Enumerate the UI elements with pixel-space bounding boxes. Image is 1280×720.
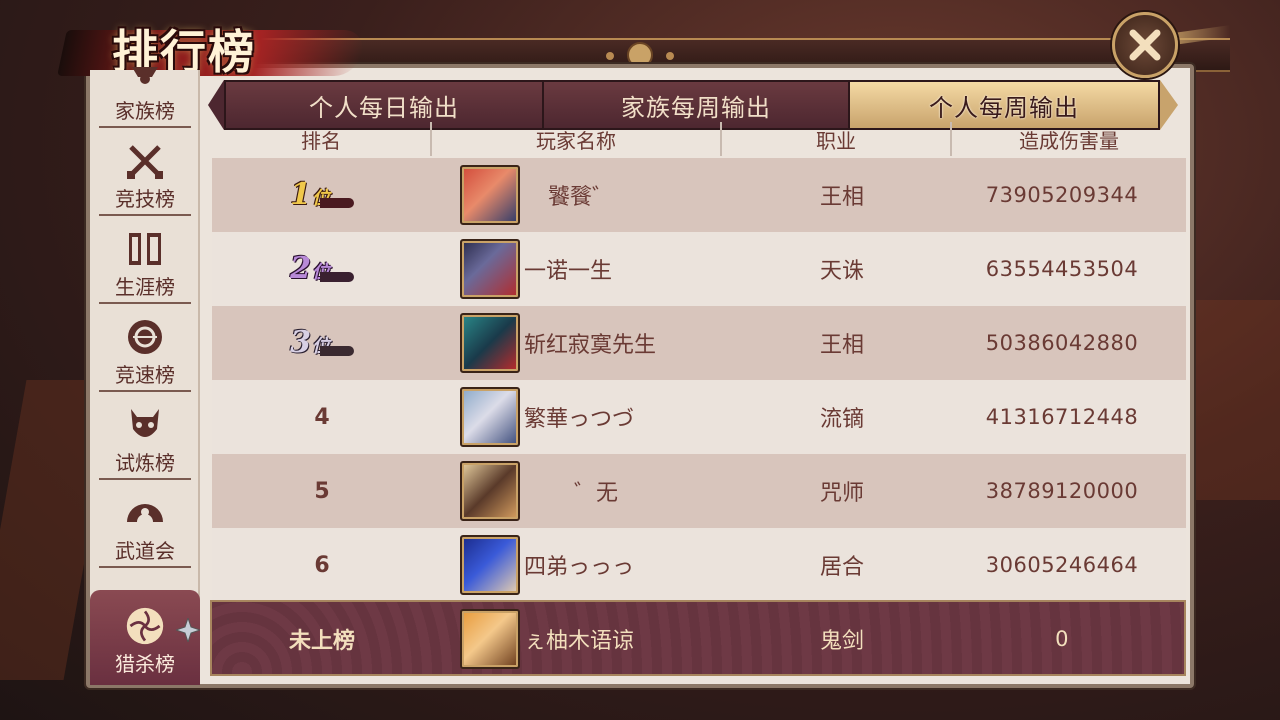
rank-badge: 2 位: [290, 254, 354, 284]
rank-badge: 1 位: [290, 180, 354, 210]
sidebar-item-label: 家族榜: [99, 95, 191, 128]
player-class: 王相: [819, 333, 864, 358]
rank-number: 1: [290, 177, 311, 212]
rank-ribbon: [319, 346, 354, 356]
rank-cell: 2 位: [212, 232, 432, 306]
avatar[interactable]: [460, 461, 520, 521]
rank-ribbon: [319, 272, 354, 282]
avatar-cell: [460, 454, 520, 528]
family-icon: [125, 56, 165, 93]
sidebar-item-tournament[interactable]: 武道会: [90, 484, 200, 572]
rank-number: 2: [290, 251, 311, 286]
sidebar-item-career[interactable]: 生涯榜: [90, 220, 200, 308]
player-name: 四弟っっっ: [524, 555, 635, 580]
sidebar: 家族榜 竞技榜 生涯榜 竞速榜 试炼榜 武道会 猎杀榜: [90, 66, 200, 685]
player-class: 咒师: [819, 481, 864, 506]
sidebar-item-label: 生涯榜: [99, 271, 191, 304]
damage-value: 30605246464: [985, 553, 1139, 577]
avatar-cell: [460, 602, 520, 676]
demon-mask-icon: [125, 405, 165, 445]
frame-dot: [606, 52, 614, 60]
sidebar-item-label: 竞技榜: [99, 183, 191, 216]
avatar-cell: [460, 232, 520, 306]
player-name: ゛无: [574, 481, 619, 506]
sidebar-item-label: 试炼榜: [99, 447, 191, 480]
player-class: 流镝: [819, 407, 864, 432]
table-row[interactable]: 1 位 饕餮゛ 王相 73905209344: [212, 158, 1186, 232]
table-row[interactable]: 2 位 一诺一生 天诛 63554453504: [212, 232, 1186, 306]
avatar[interactable]: [460, 609, 520, 669]
sidebar-item-label: 竞速榜: [99, 359, 191, 392]
sidebar-item-arena[interactable]: 竞技榜: [90, 132, 200, 220]
rank-number: 5: [314, 478, 330, 504]
player-class: 居合: [819, 555, 864, 580]
my-rank: 未上榜: [288, 628, 355, 654]
crossed-swords-icon: [125, 141, 165, 181]
hunt-icon: [125, 606, 165, 646]
column-header: 职业: [722, 122, 952, 156]
frame-dot: [666, 52, 674, 60]
avatar[interactable]: [460, 535, 520, 595]
fan-icon: [125, 493, 165, 533]
avatar[interactable]: [460, 165, 520, 225]
rank-badge: 3 位: [290, 328, 354, 358]
close-icon: [1129, 29, 1161, 61]
damage-value: 41316712448: [985, 405, 1139, 429]
close-button[interactable]: [1112, 12, 1178, 78]
rank-number: 3: [290, 325, 311, 360]
damage-value: 38789120000: [985, 479, 1139, 503]
avatar-cell: [460, 528, 520, 602]
sidebar-item-trial[interactable]: 试炼榜: [90, 396, 200, 484]
table-row[interactable]: 5 ゛无 咒师 38789120000: [212, 454, 1186, 528]
avatar-cell: [460, 306, 520, 380]
player-name: ぇ柚木语谅: [524, 629, 635, 654]
rank-number: 4: [314, 404, 330, 430]
column-header: 排名: [212, 122, 432, 156]
background-decor: [1195, 300, 1280, 500]
table-row[interactable]: 3 位 斩红寂寞先生 王相 50386042880: [212, 306, 1186, 380]
avatar[interactable]: [460, 313, 520, 373]
avatar[interactable]: [460, 239, 520, 299]
player-class: 王相: [819, 185, 864, 210]
rank-ribbon: [319, 198, 354, 208]
sidebar-item-speed[interactable]: 竞速榜: [90, 308, 200, 396]
damage-value: 50386042880: [985, 331, 1139, 355]
player-name: 斩红寂寞先生: [524, 333, 657, 358]
avatar[interactable]: [460, 387, 520, 447]
damage-value: 0: [1055, 627, 1069, 651]
shuriken-icon: [176, 618, 200, 642]
sidebar-item-family[interactable]: 家族榜: [90, 56, 200, 132]
rank-cell: 1 位: [212, 158, 432, 232]
rank-cell: 3 位: [212, 306, 432, 380]
my-rank-row[interactable]: 未上榜 ぇ柚木语谅 鬼剑 0: [210, 600, 1186, 676]
column-header: 玩家名称: [432, 122, 722, 156]
sidebar-item-label: 猎杀榜: [115, 652, 175, 676]
speed-icon: [125, 317, 165, 357]
player-name: 繁華っつづ: [524, 407, 635, 432]
table-header: 排名 玩家名称 职业 造成伤害量: [212, 122, 1186, 158]
player-name: 饕餮゛: [548, 185, 615, 210]
table-row[interactable]: 6 四弟っっっ 居合 30605246464: [212, 528, 1186, 602]
sidebar-item-label: 武道会: [99, 535, 191, 568]
damage-value: 63554453504: [985, 257, 1139, 281]
column-header: 造成伤害量: [1019, 128, 1119, 153]
player-name: 一诺一生: [524, 259, 613, 284]
damage-value: 73905209344: [985, 183, 1139, 207]
avatar-cell: [460, 380, 520, 454]
scroll-icon: [125, 229, 165, 269]
rank-number: 6: [314, 552, 330, 578]
avatar-cell: [460, 158, 520, 232]
player-class: 天诛: [819, 259, 864, 284]
sidebar-item-hunt[interactable]: 猎杀榜: [90, 590, 200, 685]
table-row[interactable]: 4 繁華っつづ 流镝 41316712448: [212, 380, 1186, 454]
player-class: 鬼剑: [819, 629, 864, 654]
